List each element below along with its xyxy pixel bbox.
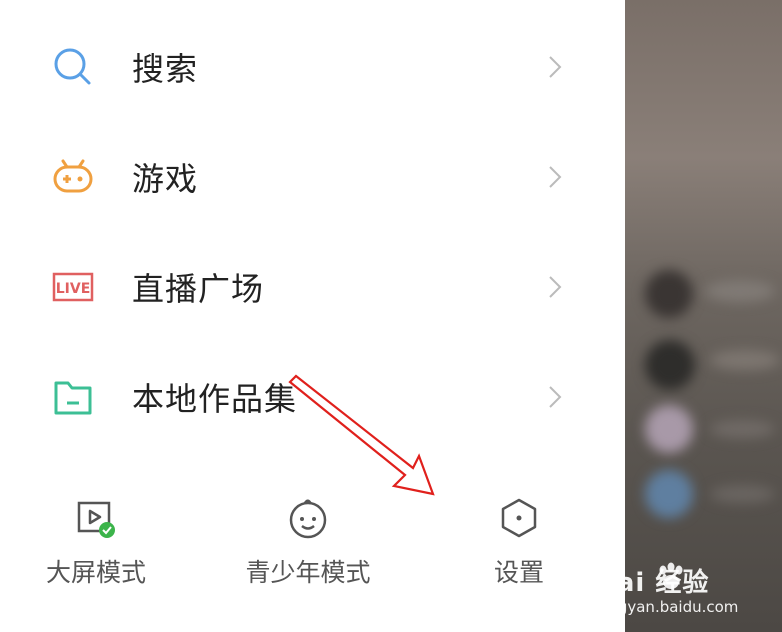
- blurred-background: [625, 0, 782, 632]
- big-screen-mode-button[interactable]: 大屏模式: [30, 495, 162, 595]
- teen-mode-button[interactable]: 青少年模式: [238, 495, 378, 595]
- live-icon: LIVE: [50, 264, 96, 310]
- hexagon-settings-icon: [496, 495, 542, 541]
- child-face-icon: [285, 495, 331, 541]
- settings-button[interactable]: 设置: [478, 495, 560, 595]
- settings-label: 设置: [493, 558, 544, 587]
- menu-item-label: 直播广场: [132, 270, 265, 308]
- chevron-right-icon: [549, 166, 562, 188]
- chevron-right-icon: [549, 56, 562, 78]
- chevron-right-icon: [549, 386, 562, 408]
- search-icon: [50, 44, 96, 90]
- menu-item-game[interactable]: 游戏: [0, 132, 625, 222]
- menu-item-label: 搜索: [132, 50, 199, 88]
- side-menu-panel: 搜索 游戏 LIVE 直播广场 本地作品集 大屏模式 青少年模式 设置: [0, 0, 625, 632]
- big-screen-mode-label: 大屏模式: [45, 558, 146, 587]
- menu-item-label: 本地作品集: [132, 380, 298, 418]
- menu-item-search[interactable]: 搜索: [0, 22, 625, 112]
- teen-mode-label: 青少年模式: [245, 558, 371, 587]
- menu-item-label: 游戏: [132, 160, 199, 198]
- menu-item-live[interactable]: LIVE 直播广场: [0, 242, 625, 332]
- chevron-right-icon: [549, 276, 562, 298]
- gamepad-icon: [50, 154, 96, 200]
- big-screen-icon: [73, 495, 119, 541]
- menu-item-local-collection[interactable]: 本地作品集: [0, 352, 625, 442]
- svg-text:LIVE: LIVE: [56, 281, 91, 297]
- folder-icon: [50, 374, 96, 420]
